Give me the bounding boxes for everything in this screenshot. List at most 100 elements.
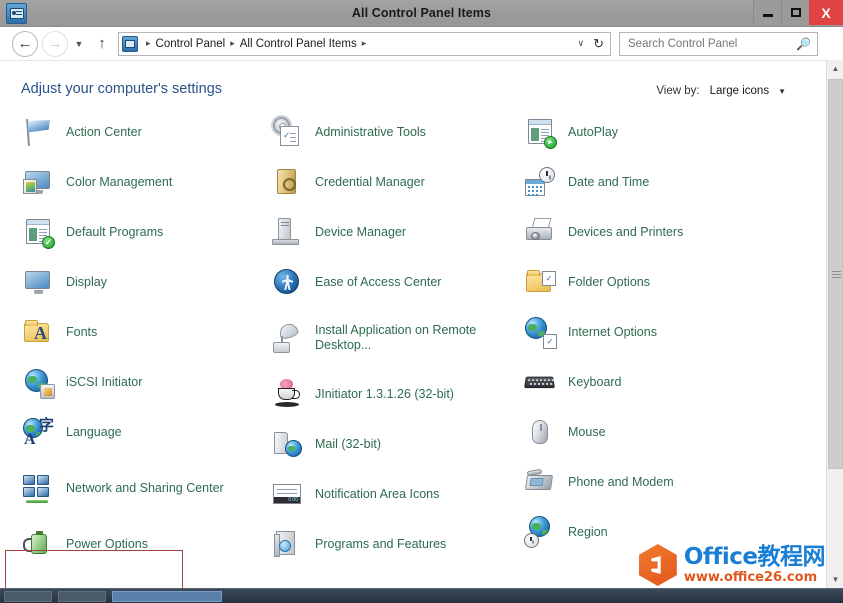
minimize-button[interactable] [753, 0, 781, 25]
item-language[interactable]: A 字 Language [16, 407, 251, 457]
item-autoplay[interactable]: ► AutoPlay [518, 107, 768, 157]
item-default-programs[interactable]: ✓ Default Programs [16, 207, 251, 257]
administrative-tools-icon: ✓ [271, 116, 303, 148]
item-power-options[interactable]: Power Options [16, 519, 251, 569]
content-header: Adjust your computer's settings View by:… [0, 61, 843, 113]
item-credential-manager[interactable]: Credential Manager [265, 157, 510, 207]
item-label: Phone and Modem [568, 474, 674, 489]
scrollbar-thumb[interactable] [828, 79, 843, 469]
mail-icon [271, 428, 303, 460]
item-fonts[interactable]: A Fonts [16, 307, 251, 357]
phone-modem-icon [524, 466, 556, 498]
item-display[interactable]: Display [16, 257, 251, 307]
view-by-control[interactable]: View by: Large icons ▼ [656, 85, 786, 97]
title-bar: All Control Panel Items X [0, 0, 843, 27]
item-label: Administrative Tools [315, 124, 426, 139]
scroll-down-arrow[interactable]: ▼ [827, 571, 843, 588]
item-phone-and-modem[interactable]: Phone and Modem [518, 457, 768, 507]
back-button[interactable]: ← [12, 30, 38, 57]
taskbar-button[interactable] [58, 591, 106, 602]
item-mail[interactable]: Mail (32-bit) [265, 419, 510, 469]
address-bar[interactable]: ▸ Control Panel ▸ All Control Panel Item… [118, 31, 611, 56]
device-manager-icon [271, 216, 303, 248]
item-label: Devices and Printers [568, 224, 684, 239]
item-iscsi-initiator[interactable]: iSCSI Initiator [16, 357, 251, 407]
item-label: Action Center [66, 124, 142, 139]
search-input[interactable] [626, 36, 797, 51]
control-panel-items-grid: Action Center Color Management ✓ Default… [0, 107, 820, 589]
watermark-url: www.office26.com [683, 570, 818, 585]
chevron-down-icon[interactable]: ▼ [778, 87, 786, 96]
breadcrumb-separator[interactable]: ▸ [357, 38, 372, 49]
internet-options-icon: ✓ [524, 316, 557, 349]
iscsi-initiator-icon [22, 366, 55, 399]
office-logo-icon [638, 544, 677, 586]
item-color-management[interactable]: Color Management [16, 157, 251, 207]
item-label: Install Application on Remote Desktop... [315, 323, 477, 352]
items-column-3: ► AutoPlay Date and Time Devices and Pri… [518, 107, 768, 557]
content-area: Adjust your computer's settings View by:… [0, 60, 843, 589]
item-install-application-on-remote-desktop[interactable]: Install Application on Remote Desktop... [265, 307, 510, 369]
item-jinitiator[interactable]: JInitiator 1.3.1.26 (32-bit) [265, 369, 510, 419]
maximize-button[interactable] [781, 0, 809, 25]
item-programs-and-features[interactable]: Programs and Features [265, 519, 510, 569]
view-by-label: View by: [656, 85, 700, 97]
address-dropdown-icon[interactable]: ∨ [578, 38, 594, 49]
close-button[interactable]: X [809, 0, 843, 25]
chevron-down-icon[interactable]: ▼ [70, 33, 88, 55]
items-column-2: ✓ Administrative Tools Credential Manage… [265, 107, 510, 569]
item-mouse[interactable]: Mouse [518, 407, 768, 457]
item-action-center[interactable]: Action Center [16, 107, 251, 157]
item-label: Color Management [66, 174, 173, 189]
search-box[interactable]: 🔍 [619, 31, 818, 56]
date-time-icon [524, 166, 556, 198]
item-label: Display [66, 274, 107, 289]
item-label: AutoPlay [568, 124, 619, 139]
breadcrumb-separator: ▸ [146, 38, 151, 48]
item-label: Keyboard [568, 374, 622, 389]
devices-printers-icon [524, 216, 556, 248]
breadcrumb-item-control-panel[interactable]: Control Panel [156, 38, 226, 50]
taskbar[interactable] [0, 588, 843, 603]
vertical-scrollbar[interactable]: ▲ ▼ [826, 60, 843, 588]
control-panel-window: All Control Panel Items X ← → ▼ ↑ ▸ Cont… [0, 0, 843, 603]
power-options-icon [22, 528, 54, 560]
item-label: Notification Area Icons [315, 486, 440, 501]
item-network-and-sharing-center[interactable]: Network and Sharing Center [16, 457, 251, 519]
up-button[interactable]: ↑ [92, 31, 112, 57]
item-date-and-time[interactable]: Date and Time [518, 157, 768, 207]
fonts-icon: A [22, 316, 54, 348]
autoplay-icon: ► [524, 116, 557, 149]
item-keyboard[interactable]: Keyboard [518, 357, 768, 407]
item-label: JInitiator 1.3.1.26 (32-bit) [315, 386, 454, 401]
item-ease-of-access-center[interactable]: Ease of Access Center [265, 257, 510, 307]
credential-manager-icon [271, 166, 303, 198]
item-label: Date and Time [568, 174, 650, 189]
refresh-icon[interactable]: ↻ [593, 36, 610, 52]
item-folder-options[interactable]: ✓ Folder Options [518, 257, 768, 307]
search-icon[interactable]: 🔍 [796, 37, 811, 51]
item-label: Mail (32-bit) [315, 436, 381, 451]
window-controls: X [753, 0, 843, 25]
view-by-value[interactable]: Large icons [710, 85, 769, 97]
item-label: iSCSI Initiator [66, 374, 143, 389]
taskbar-button[interactable] [4, 591, 52, 602]
control-panel-icon [122, 35, 138, 52]
install-application-icon [271, 321, 303, 354]
notification-area-icon: 0:00 [271, 478, 303, 510]
scroll-up-arrow[interactable]: ▲ [827, 60, 843, 77]
item-devices-and-printers[interactable]: Devices and Printers [518, 207, 768, 257]
item-device-manager[interactable]: Device Manager [265, 207, 510, 257]
item-internet-options[interactable]: ✓ Internet Options [518, 307, 768, 357]
mouse-icon [524, 416, 556, 448]
taskbar-button[interactable] [112, 591, 222, 602]
breadcrumb-item-all-control-panel-items[interactable]: All Control Panel Items [240, 38, 357, 50]
item-notification-area-icons[interactable]: 0:00 Notification Area Icons [265, 469, 510, 519]
item-label: Power Options [66, 536, 148, 551]
keyboard-icon [524, 366, 556, 398]
item-label: Network and Sharing Center [66, 480, 224, 495]
color-management-icon [22, 166, 54, 198]
display-icon [22, 266, 54, 298]
item-administrative-tools[interactable]: ✓ Administrative Tools [265, 107, 510, 157]
navigation-bar: ← → ▼ ↑ ▸ Control Panel ▸ All Control Pa… [0, 27, 843, 60]
